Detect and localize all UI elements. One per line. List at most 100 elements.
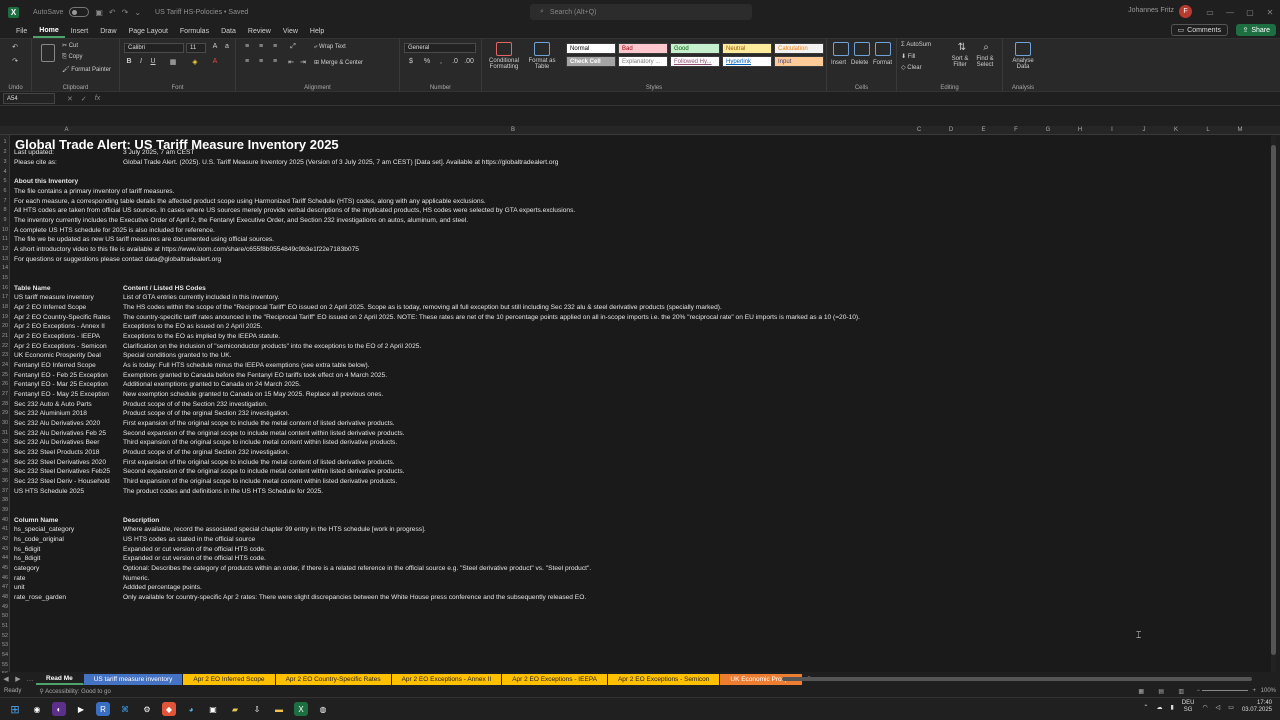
row-number[interactable]: 10: [0, 227, 10, 233]
comma-icon[interactable]: ,: [434, 58, 448, 68]
cell-b[interactable]: Exemptions granted to Canada before the …: [123, 372, 387, 379]
cell-a[interactable]: Column Name: [14, 517, 58, 524]
cell-a[interactable]: Sec 232 Steel Deriv - Household: [14, 478, 110, 485]
cell-a[interactable]: Sec 232 Alu Derivatives Feb 25: [14, 430, 106, 437]
cell-a[interactable]: Sec 232 Alu Derivatives 2020: [14, 420, 100, 427]
sheet-tab[interactable]: US tariff measure inventory: [83, 673, 184, 685]
row-number[interactable]: 44: [0, 555, 10, 561]
tab-view[interactable]: View: [277, 24, 304, 38]
undo-icon[interactable]: ↶: [8, 43, 22, 53]
conditional-formatting-button[interactable]: Conditional Formatting: [484, 58, 524, 70]
row-number[interactable]: 37: [0, 488, 10, 494]
row-number[interactable]: 38: [0, 497, 10, 503]
row-number[interactable]: 42: [0, 536, 10, 542]
column-header-m[interactable]: M: [1224, 126, 1256, 135]
cell-a[interactable]: About this Inventory: [14, 178, 78, 185]
row-number[interactable]: 24: [0, 362, 10, 368]
row-number[interactable]: 34: [0, 459, 10, 465]
cell-b[interactable]: List of GTA entries currently included i…: [123, 294, 279, 301]
cell-style-option[interactable]: Bad: [618, 43, 668, 54]
cell-a[interactable]: hs_6digit: [14, 546, 40, 553]
row-number[interactable]: 22: [0, 343, 10, 349]
cell-b[interactable]: Additional exemptions granted to Canada …: [123, 381, 301, 388]
user-name[interactable]: Johannes Fritz: [1128, 7, 1174, 14]
cell-a[interactable]: Apr 2 EO Exceptions - Semicon: [14, 343, 107, 350]
cell-a[interactable]: rate: [14, 575, 25, 582]
cell-a[interactable]: Sec 232 Aluminium 2018: [14, 410, 87, 417]
analyse-data-button[interactable]: Analyse Data: [1007, 58, 1039, 70]
cell-a[interactable]: Apr 2 EO Country-Specific Rates: [14, 314, 110, 321]
column-header-h[interactable]: H: [1064, 126, 1096, 135]
format-cells-button[interactable]: Format: [873, 60, 892, 66]
copy-button[interactable]: ⎘ Copy: [62, 54, 82, 61]
row-number[interactable]: 25: [0, 372, 10, 378]
row-number[interactable]: 28: [0, 401, 10, 407]
cell-a[interactable]: Fentanyl EO - Feb 25 Exception: [14, 372, 108, 379]
row-number[interactable]: 9: [0, 217, 10, 223]
cell-a[interactable]: The inventory currently includes the Exe…: [14, 217, 468, 224]
vertical-scroll-thumb[interactable]: [1271, 145, 1276, 655]
onedrive-icon[interactable]: ☁: [1156, 704, 1162, 711]
cell-b[interactable]: Addded percentage points.: [123, 584, 202, 591]
font-name-select[interactable]: Calibri: [124, 43, 184, 53]
tray-app-icon[interactable]: ▮: [1170, 704, 1173, 711]
cell-a[interactable]: Table Name: [14, 285, 51, 292]
cell-a[interactable]: Sec 232 Auto & Auto Parts: [14, 401, 92, 408]
zoom-out-icon[interactable]: −: [1196, 688, 1200, 694]
cell-a[interactable]: Sec 232 Steel Derivatives 2020: [14, 459, 106, 466]
delete-cells-icon[interactable]: [854, 42, 870, 56]
cell-a[interactable]: hs_code_original: [14, 536, 64, 543]
clock[interactable]: 17:40 03.07.2025: [1242, 700, 1272, 714]
cell-b[interactable]: Global Trade Alert. (2025). U.S. Tariff …: [123, 159, 558, 166]
cell-a[interactable]: Apr 2 EO Inferred Scope: [14, 304, 86, 311]
cell-a[interactable]: rate_rose_garden: [14, 594, 66, 601]
autosum-button[interactable]: Σ AutoSum: [901, 42, 931, 48]
cell-style-option[interactable]: Input: [774, 56, 824, 67]
row-number[interactable]: 7: [0, 198, 10, 204]
cell-a[interactable]: Please cite as:: [14, 159, 57, 166]
save-icon[interactable]: ▣: [95, 8, 103, 17]
column-header-d[interactable]: D: [935, 126, 967, 135]
increase-indent-icon[interactable]: ⇥: [296, 58, 310, 68]
row-number[interactable]: 45: [0, 565, 10, 571]
column-header-l[interactable]: L: [1192, 126, 1224, 135]
formula-input[interactable]: [104, 94, 1274, 105]
align-top-icon[interactable]: ≡: [240, 43, 254, 53]
cell-b[interactable]: Only available for country-specific Apr …: [123, 594, 586, 601]
page-layout-view-icon[interactable]: ▤: [1158, 688, 1164, 695]
row-number[interactable]: 49: [0, 604, 10, 610]
find-select-button[interactable]: Find & Select: [973, 56, 997, 68]
insert-cells-button[interactable]: Insert: [831, 60, 846, 66]
row-number[interactable]: 2: [0, 149, 10, 155]
more-sheets-icon[interactable]: …: [24, 676, 36, 683]
edge-icon[interactable]: ◕: [184, 702, 198, 716]
comments-button[interactable]: ▭ Comments: [1170, 24, 1228, 36]
cell-b[interactable]: Numeric.: [123, 575, 149, 582]
row-number[interactable]: 20: [0, 323, 10, 329]
redo-icon[interactable]: ↷: [8, 57, 22, 67]
conditional-formatting-icon[interactable]: [496, 42, 512, 56]
close-icon[interactable]: ✕: [1260, 0, 1280, 24]
decrease-decimal-icon[interactable]: .00: [462, 58, 476, 68]
font-size-select[interactable]: 11: [186, 43, 206, 53]
row-number[interactable]: 32: [0, 439, 10, 445]
cell-b[interactable]: Special conditions granted to the UK.: [123, 352, 232, 359]
row-number[interactable]: 8: [0, 207, 10, 213]
format-painter-button[interactable]: 🖌 Format Painter: [62, 66, 111, 73]
wifi-icon[interactable]: ◠: [1202, 704, 1207, 711]
cell-a[interactable]: hs_special_category: [14, 526, 74, 533]
column-header-g[interactable]: G: [1032, 126, 1064, 135]
column-header-i[interactable]: I: [1096, 126, 1128, 135]
row-number[interactable]: 31: [0, 430, 10, 436]
cell-b[interactable]: The HS codes within the scope of the "Re…: [123, 304, 722, 311]
tab-file[interactable]: File: [10, 24, 33, 38]
sheet-tab[interactable]: Apr 2 EO Exceptions - IEEPA: [502, 673, 608, 685]
cell-a[interactable]: category: [14, 565, 39, 572]
row-number[interactable]: 19: [0, 314, 10, 320]
cell-b[interactable]: The product codes and definitions in the…: [123, 488, 323, 495]
sort-filter-button[interactable]: Sort & Filter: [949, 56, 971, 68]
cell-a[interactable]: UK Economic Prosperity Deal: [14, 352, 101, 359]
cell-a[interactable]: hs_8digit: [14, 555, 40, 562]
cell-style-option[interactable]: Check Cell: [566, 56, 616, 67]
cell-style-option[interactable]: Followed Hy...: [670, 56, 720, 67]
